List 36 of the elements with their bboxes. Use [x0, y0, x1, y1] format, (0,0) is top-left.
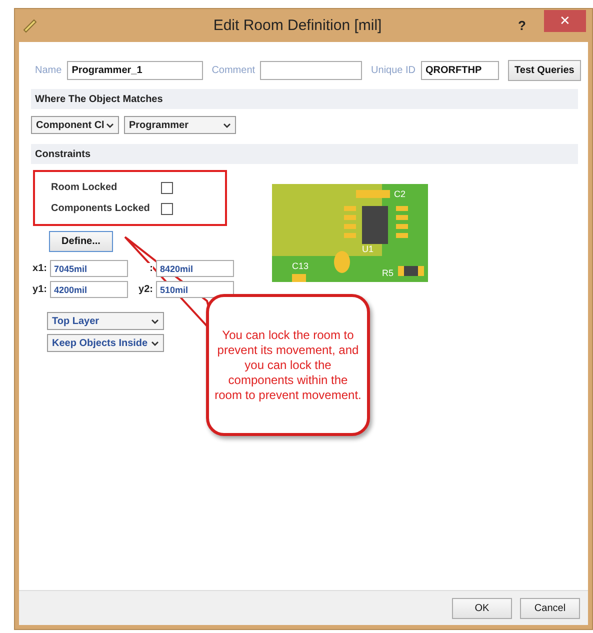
coordinate-field[interactable]: 8420mil [156, 260, 234, 277]
coordinate-field[interactable]: 7045mil [50, 260, 128, 277]
cancel-button[interactable]: Cancel [520, 598, 580, 618]
checkbox[interactable] [161, 182, 173, 194]
checkbox-label: Components Locked [51, 203, 151, 214]
picture: C2 U1 C13 R5 [272, 184, 428, 282]
define-button[interactable]: Define... [49, 231, 113, 252]
chevron-down-icon [106, 122, 114, 128]
dropdown[interactable]: Programmer [124, 116, 236, 134]
callout-text: You can lock the room to prevent its movement, and you can lock the components within the room to prevent movement. [214, 328, 362, 402]
dropdown[interactable]: Top Layer [47, 312, 164, 330]
chevron-down-icon [151, 318, 159, 324]
dropdown[interactable]: Component Cl [31, 116, 119, 134]
checkbox-label: Room Locked [51, 182, 118, 193]
coordinate-label: y1: [31, 284, 47, 295]
coordinate-label: x1: [31, 263, 47, 274]
ok-button[interactable]: OK [452, 598, 512, 618]
field-label: Unique ID [371, 65, 416, 76]
chevron-down-icon [223, 122, 231, 128]
help-button[interactable]: ? [518, 18, 526, 33]
text-field[interactable]: QRORFTHP [420, 61, 499, 80]
close-button[interactable]: ✕ [544, 10, 586, 32]
chevron-down-icon [151, 340, 159, 346]
coordinate-field[interactable]: 510mil [156, 281, 234, 298]
section-title: Constraints [35, 148, 91, 160]
checkbox[interactable] [161, 202, 173, 214]
coordinate-field[interactable]: 4200mil [50, 281, 128, 298]
text-field[interactable]: Programmer_1 [66, 61, 203, 80]
field-label: Name [35, 65, 62, 76]
section-title: Where The Object Matches [35, 94, 163, 104]
ruler-icon [23, 18, 37, 32]
text-field[interactable] [260, 61, 362, 80]
window-title: Edit Room Definition [mil] [212, 17, 383, 34]
dropdown[interactable]: Keep Objects Inside [47, 334, 164, 352]
test-queries-button[interactable]: Test Queries [508, 60, 582, 81]
field-label: Comment [212, 65, 256, 76]
